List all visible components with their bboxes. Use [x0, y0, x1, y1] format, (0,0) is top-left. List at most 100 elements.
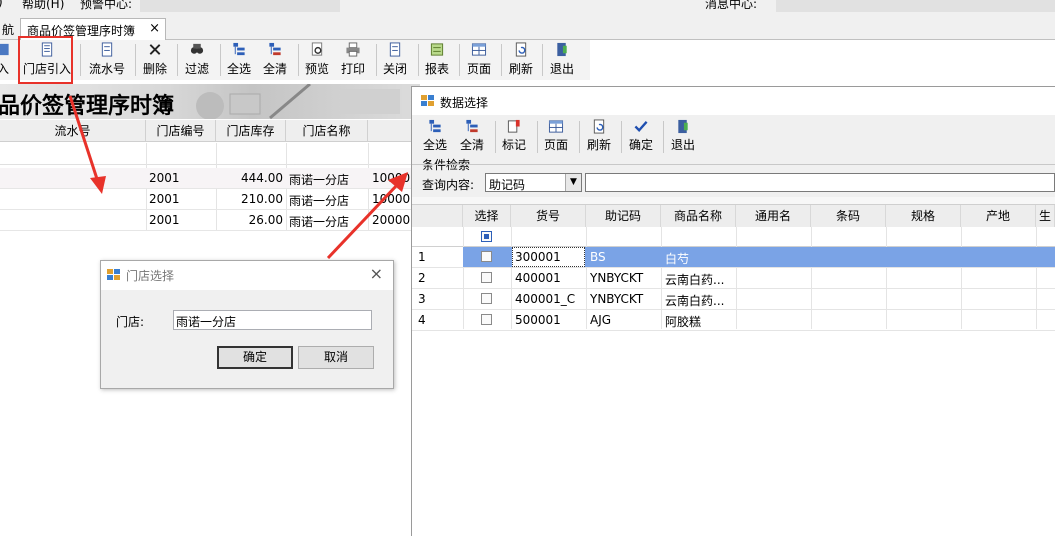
menu-help[interactable]: 帮助(H) — [22, 0, 64, 12]
column-header-barcode[interactable]: 条码 — [811, 205, 886, 227]
dlg-page-button[interactable]: 页面 — [541, 119, 571, 155]
main-toolbar: 入 门店引入 流水号 删除 过滤 全选 全清 预览 打印 关闭 报表 页面 刷新… — [0, 40, 590, 80]
toolbar-select-all-button[interactable]: 全选 — [224, 42, 254, 78]
window-icon — [421, 95, 435, 107]
row-checkbox[interactable] — [481, 272, 492, 283]
store-dialog-titlebar[interactable]: 门店选择 × — [101, 261, 393, 290]
alert-strip — [140, 0, 340, 12]
table-row[interactable]: 2001 444.00 雨诺一分店 100001 — [0, 168, 420, 189]
column-header-mnemonic[interactable]: 助记码 — [586, 205, 661, 227]
column-header-select[interactable]: 选择 — [463, 205, 511, 227]
delete-icon — [149, 44, 161, 55]
table-row[interactable]: 2001 210.00 雨诺一分店 100002 — [0, 189, 420, 210]
menu-alert-center[interactable]: 预警中心: — [80, 0, 132, 12]
toolbar-report-button[interactable]: 报表 — [422, 42, 452, 78]
page-banner: 品价签管理序时簿 — [0, 84, 420, 119]
column-header-serial[interactable]: 流水号 — [0, 120, 146, 142]
page-title: 品价签管理序时簿 — [0, 93, 175, 119]
data-dialog-titlebar[interactable]: 数据选择 — [412, 87, 1055, 115]
toolbar-separator — [298, 44, 299, 76]
dlg-clear-all-button[interactable]: 全清 — [457, 119, 487, 155]
banner-decoration-icon — [196, 84, 400, 119]
close-icon[interactable]: × — [370, 264, 383, 283]
column-header-stock[interactable]: 门店库存 — [216, 120, 286, 142]
toolbar-separator — [220, 44, 221, 76]
dlg-confirm-button[interactable]: 确定 — [626, 119, 656, 155]
close-doc-icon — [389, 42, 401, 57]
column-header-origin[interactable]: 产地 — [961, 205, 1036, 227]
table-row[interactable]: 2 400001 YNBYCKT 云南白药... — [412, 268, 1055, 289]
table-row[interactable]: 3 400001_C YNBYCKT 云南白药... — [412, 289, 1055, 310]
column-header-producer[interactable]: 生 — [1036, 205, 1055, 227]
store-input[interactable]: 雨诺一分店 — [173, 310, 372, 330]
data-select-dialog: 数据选择 全选 全清 标记 页面 刷新 确定 退出 条件检索 查询内容: 助记码… — [411, 86, 1055, 537]
select-all-icon — [429, 119, 441, 133]
refresh-icon — [515, 42, 527, 57]
exit-icon — [557, 42, 567, 57]
toolbar-separator — [501, 44, 502, 76]
column-header-store-name[interactable]: 门店名称 — [286, 120, 368, 142]
tab-close-icon[interactable]: × — [149, 21, 160, 36]
dlg-exit-button[interactable]: 退出 — [668, 119, 698, 155]
cancel-button[interactable]: 取消 — [298, 346, 374, 369]
toolbar-delete-button[interactable]: 删除 — [140, 42, 170, 78]
data-grid: 选择 货号 助记码 商品名称 通用名 条码 规格 产地 生 1 300001 B… — [412, 205, 1055, 537]
serial-icon — [101, 42, 113, 57]
toolbar-separator — [135, 44, 136, 76]
print-icon — [346, 42, 360, 57]
menu-fragment: ) — [0, 0, 3, 9]
table-row[interactable]: 2001 26.00 雨诺一分店 200001 — [0, 210, 420, 231]
column-header-generic-name[interactable]: 通用名 — [736, 205, 811, 227]
column-header-spec[interactable]: 规格 — [886, 205, 961, 227]
toolbar-separator — [621, 121, 622, 153]
toolbar-import-button[interactable]: 入 — [0, 42, 12, 78]
tab-bar: 航 商品价签管理序时簿 × — [0, 12, 1055, 40]
query-label: 查询内容: — [422, 178, 475, 192]
dlg-mark-button[interactable]: 标记 — [499, 119, 529, 155]
chevron-down-icon[interactable]: ▼ — [565, 174, 581, 191]
table-row[interactable]: 4 500001 AJG 阿胶糕 — [412, 310, 1055, 331]
toolbar-clear-all-button[interactable]: 全清 — [260, 42, 290, 78]
column-header-code[interactable]: 货号 — [511, 205, 586, 227]
data-grid-filter-row[interactable] — [412, 227, 1055, 247]
data-dialog-title: 数据选择 — [440, 96, 489, 110]
toolbar-exit-button[interactable]: 退出 — [547, 42, 577, 78]
table-row[interactable]: 1 300001 BS 白芍 — [412, 247, 1055, 268]
refresh-icon — [593, 119, 605, 134]
toolbar-refresh-button[interactable]: 刷新 — [506, 42, 536, 78]
column-header-store-no[interactable]: 门店编号 — [146, 120, 216, 142]
menu-message-center[interactable]: 消息中心: — [705, 0, 757, 12]
ok-button[interactable]: 确定 — [217, 346, 293, 369]
toolbar-separator — [459, 44, 460, 76]
dlg-refresh-button[interactable]: 刷新 — [584, 119, 614, 155]
query-input[interactable] — [585, 173, 1055, 192]
main-grid-filter-row[interactable] — [0, 143, 420, 165]
toolbar-serial-button[interactable]: 流水号 — [86, 42, 128, 78]
toolbar-separator — [376, 44, 377, 76]
menubar: ) 帮助(H) 预警中心: 消息中心: — [0, 0, 1055, 12]
toolbar-separator — [542, 44, 543, 76]
data-dialog-toolbar: 全选 全清 标记 页面 刷新 确定 退出 — [412, 117, 1055, 157]
row-checkbox[interactable] — [481, 293, 492, 304]
select-all-checkbox[interactable] — [481, 231, 492, 242]
query-field-select[interactable]: 助记码 ▼ — [485, 173, 582, 192]
column-header-name[interactable]: 商品名称 — [661, 205, 736, 227]
window-icon — [107, 269, 121, 281]
toolbar-preview-button[interactable]: 预览 — [302, 42, 332, 78]
tab-navigation[interactable]: 航 — [0, 18, 20, 40]
toolbar-separator — [177, 44, 178, 76]
row-checkbox[interactable] — [481, 314, 492, 325]
toolbar-page-button[interactable]: 页面 — [464, 42, 494, 78]
exit-icon — [678, 119, 688, 134]
store-dialog-title: 门店选择 — [126, 269, 175, 283]
toolbar-print-button[interactable]: 打印 — [338, 42, 368, 78]
toolbar-separator — [80, 44, 81, 76]
toolbar-close-button[interactable]: 关闭 — [380, 42, 410, 78]
dlg-select-all-button[interactable]: 全选 — [420, 119, 450, 155]
toolbar-separator — [579, 121, 580, 153]
toolbar-separator — [663, 121, 664, 153]
row-checkbox[interactable] — [481, 251, 492, 262]
page-icon — [548, 120, 564, 133]
toolbar-filter-button[interactable]: 过滤 — [182, 42, 212, 78]
group-divider — [412, 164, 1055, 165]
